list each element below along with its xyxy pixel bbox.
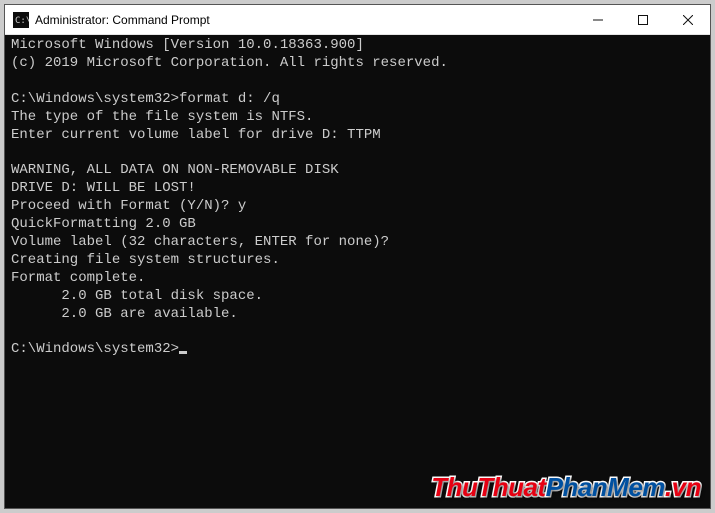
- terminal-line: [11, 144, 704, 162]
- terminal-line: [11, 73, 704, 91]
- cmd-icon: C:\: [13, 12, 29, 28]
- terminal-area[interactable]: Microsoft Windows [Version 10.0.18363.90…: [5, 35, 710, 508]
- minimize-button[interactable]: [575, 5, 620, 35]
- terminal-line: 2.0 GB total disk space.: [11, 288, 704, 306]
- terminal-line: 2.0 GB are available.: [11, 306, 704, 324]
- terminal-cursor: [179, 351, 187, 354]
- watermark-segment: .vn: [665, 472, 701, 502]
- terminal-line: Enter current volume label for drive D: …: [11, 127, 704, 145]
- terminal-line: (c) 2019 Microsoft Corporation. All righ…: [11, 55, 704, 73]
- watermark-text: ThuThuatPhanMem.vn: [431, 472, 701, 503]
- terminal-line: WARNING, ALL DATA ON NON-REMOVABLE DISK: [11, 162, 704, 180]
- terminal-prompt: C:\Windows\system32>: [11, 341, 704, 359]
- terminal-line: Creating file system structures.: [11, 252, 704, 270]
- window-title: Administrator: Command Prompt: [35, 13, 210, 27]
- watermark-segment: PhanMem: [546, 472, 665, 502]
- close-button[interactable]: [665, 5, 710, 35]
- watermark-segment: ThuThuat: [431, 472, 545, 502]
- window-titlebar[interactable]: C:\ Administrator: Command Prompt: [5, 5, 710, 35]
- terminal-line: Microsoft Windows [Version 10.0.18363.90…: [11, 37, 704, 55]
- maximize-button[interactable]: [620, 5, 665, 35]
- terminal-line: Volume label (32 characters, ENTER for n…: [11, 234, 704, 252]
- terminal-line: DRIVE D: WILL BE LOST!: [11, 180, 704, 198]
- terminal-line: Format complete.: [11, 270, 704, 288]
- command-prompt-window: C:\ Administrator: Command Prompt Micros…: [4, 4, 711, 509]
- terminal-line: Proceed with Format (Y/N)? y: [11, 198, 704, 216]
- terminal-line: QuickFormatting 2.0 GB: [11, 216, 704, 234]
- terminal-line: C:\Windows\system32>format d: /q: [11, 91, 704, 109]
- terminal-line: The type of the file system is NTFS.: [11, 109, 704, 127]
- terminal-line: [11, 324, 704, 342]
- svg-text:C:\: C:\: [15, 16, 29, 26]
